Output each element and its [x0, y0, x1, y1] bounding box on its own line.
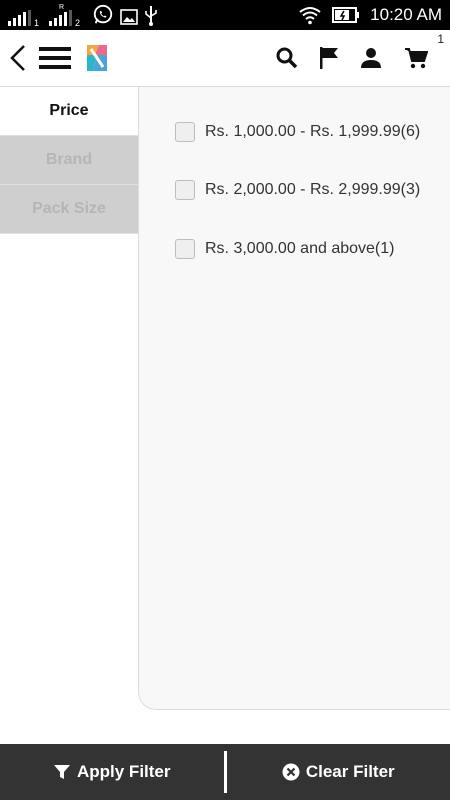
signal-2-icon: R 2	[49, 4, 80, 28]
logo-icon	[87, 45, 107, 71]
tab-price[interactable]: Price	[0, 87, 138, 136]
tab-pack-size[interactable]: Pack Size	[0, 185, 138, 234]
status-right: 10:20 AM	[298, 4, 442, 26]
option-label: Rs. 3,000.00 and above(1)	[205, 240, 395, 257]
back-arrow-icon	[10, 45, 25, 71]
signal-1-icon: 1	[8, 10, 39, 28]
price-option-2[interactable]: Rs. 2,000.00 - Rs. 2,999.99(3)	[175, 180, 420, 200]
user-icon	[361, 48, 381, 68]
menu-button[interactable]	[37, 30, 73, 86]
cart-icon	[405, 48, 428, 69]
checkbox[interactable]	[175, 180, 195, 200]
apply-filter-button[interactable]: Apply Filter	[0, 744, 224, 800]
status-left: 1 R 2	[8, 4, 158, 28]
search-icon	[276, 47, 298, 69]
sim1-label: 1	[33, 18, 39, 28]
status-bar: 1 R 2 10:20 AM	[0, 0, 450, 30]
clock: 10:20 AM	[370, 5, 442, 24]
clear-filter-label: Clear Filter	[305, 762, 395, 781]
cart-button[interactable]	[398, 30, 434, 86]
filter-category-tabs: Price Brand Pack Size	[0, 87, 138, 235]
clear-icon	[282, 763, 300, 781]
cart-count-badge: 1	[437, 32, 444, 46]
price-option-3[interactable]: Rs. 3,000.00 and above(1)	[175, 239, 394, 259]
account-button[interactable]	[356, 30, 386, 86]
filter-options-panel: Rs. 1,000.00 - Rs. 1,999.99(6) Rs. 2,000…	[138, 87, 450, 710]
battery-icon	[332, 7, 360, 23]
flag-button[interactable]	[314, 30, 344, 86]
whatsapp-icon	[93, 4, 113, 24]
bottom-action-bar: Apply Filter Clear Filter	[0, 744, 450, 800]
usb-icon	[145, 6, 157, 26]
checkbox[interactable]	[175, 239, 195, 259]
price-option-1[interactable]: Rs. 1,000.00 - Rs. 1,999.99(6)	[175, 122, 420, 142]
sim2-label: 2	[74, 18, 80, 28]
tab-brand[interactable]: Brand	[0, 136, 138, 185]
app-logo[interactable]	[82, 30, 112, 86]
app-bar: 1	[0, 30, 450, 87]
option-label: Rs. 1,000.00 - Rs. 1,999.99(6)	[205, 123, 421, 140]
back-button[interactable]	[4, 30, 32, 86]
checkbox[interactable]	[175, 122, 195, 142]
option-label: Rs. 2,000.00 - Rs. 2,999.99(3)	[205, 181, 421, 198]
clear-filter-button[interactable]: Clear Filter	[227, 744, 450, 800]
flag-icon	[320, 47, 338, 69]
apply-filter-label: Apply Filter	[76, 762, 171, 781]
menu-icon	[39, 47, 71, 69]
gallery-icon	[120, 9, 138, 25]
search-button[interactable]	[272, 30, 302, 86]
filter-icon	[53, 765, 70, 779]
wifi-icon	[299, 7, 321, 25]
